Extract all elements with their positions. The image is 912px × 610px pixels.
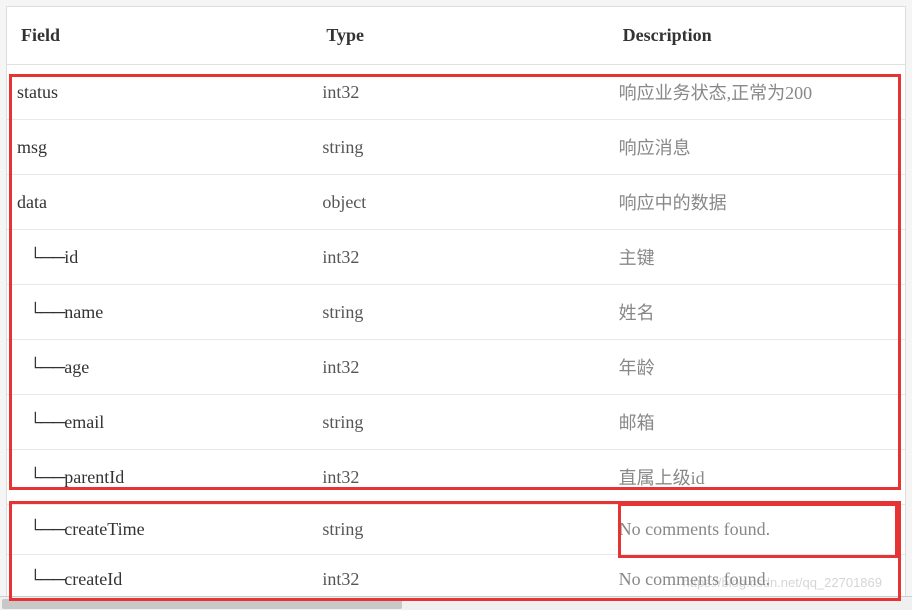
table-row: └──ageint32年龄 (7, 340, 905, 395)
type-cell: int32 (312, 230, 608, 285)
description-cell: 响应消息 (609, 120, 905, 175)
type-cell: object (312, 175, 608, 230)
field-name: createId (64, 569, 122, 589)
table-row: └──createTimestringNo comments found. (7, 505, 905, 555)
type-cell: int32 (312, 450, 608, 505)
field-name: name (64, 302, 103, 322)
tree-prefix-icon: └── (29, 247, 64, 267)
header-type: Type (312, 7, 608, 65)
table-row: └──idint32主键 (7, 230, 905, 285)
table-row: msgstring响应消息 (7, 120, 905, 175)
type-cell: string (312, 505, 608, 555)
field-cell: └──age (7, 340, 312, 395)
api-fields-table-container: Field Type Description statusint32响应业务状态… (6, 6, 906, 606)
description-cell: 主键 (609, 230, 905, 285)
description-cell: 姓名 (609, 285, 905, 340)
table-row: └──emailstring邮箱 (7, 395, 905, 450)
watermark-text: https://blog.csdn.net/qq_22701869 (683, 575, 883, 590)
field-name: id (64, 247, 78, 267)
header-field: Field (7, 7, 312, 65)
description-cell: 年龄 (609, 340, 905, 395)
field-cell: └──email (7, 395, 312, 450)
type-cell: string (312, 285, 608, 340)
description-cell: 直属上级id (609, 450, 905, 505)
field-name: createTime (64, 519, 144, 539)
field-cell: msg (7, 120, 312, 175)
type-cell: string (312, 395, 608, 450)
type-cell: int32 (312, 340, 608, 395)
table-row: └──parentIdint32直属上级id (7, 450, 905, 505)
tree-prefix-icon: └── (29, 412, 64, 432)
horizontal-scrollbar[interactable] (0, 596, 912, 610)
scrollbar-thumb[interactable] (2, 599, 402, 609)
table-row: dataobject响应中的数据 (7, 175, 905, 230)
tree-prefix-icon: └── (29, 569, 64, 589)
field-cell: status (7, 65, 312, 120)
type-cell: int32 (312, 65, 608, 120)
description-cell: 响应业务状态,正常为200 (609, 65, 905, 120)
field-name: email (64, 412, 104, 432)
field-name: parentId (64, 467, 124, 487)
description-cell: 响应中的数据 (609, 175, 905, 230)
field-cell: └──name (7, 285, 312, 340)
table-body: statusint32响应业务状态,正常为200msgstring响应消息dat… (7, 65, 905, 605)
tree-prefix-icon: └── (29, 519, 64, 539)
description-cell: No comments found. (609, 505, 905, 555)
table-row: statusint32响应业务状态,正常为200 (7, 65, 905, 120)
field-name: age (64, 357, 89, 377)
field-cell: data (7, 175, 312, 230)
field-cell: └──id (7, 230, 312, 285)
tree-prefix-icon: └── (29, 467, 64, 487)
table-header-row: Field Type Description (7, 7, 905, 65)
tree-prefix-icon: └── (29, 302, 64, 322)
api-fields-table: Field Type Description statusint32响应业务状态… (7, 7, 905, 605)
field-cell: └──parentId (7, 450, 312, 505)
table-row: └──namestring姓名 (7, 285, 905, 340)
tree-prefix-icon: └── (29, 357, 64, 377)
header-description: Description (609, 7, 905, 65)
type-cell: string (312, 120, 608, 175)
field-cell: └──createTime (7, 505, 312, 555)
description-cell: 邮箱 (609, 395, 905, 450)
